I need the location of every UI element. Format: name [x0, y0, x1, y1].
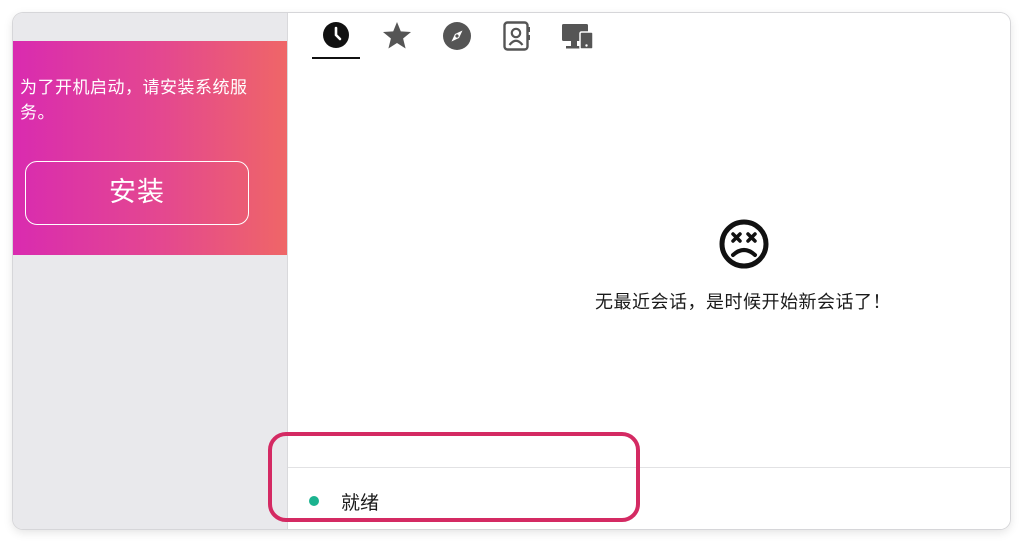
install-service-message: 为了开机启动，请安装系统服务。 — [20, 78, 248, 123]
tab-contacts[interactable] — [492, 13, 540, 59]
star-icon — [383, 22, 411, 49]
install-button[interactable]: 安装 — [25, 161, 249, 225]
dizzy-face-icon — [719, 219, 769, 269]
sidebar: 为了开机启动，请安装系统服务。 安装 — [13, 13, 288, 529]
compass-icon — [443, 22, 471, 50]
status-bar: 就绪 — [288, 467, 1010, 529]
status-indicator-dot — [309, 496, 319, 506]
active-tab-indicator — [312, 57, 360, 59]
devices-icon — [562, 24, 594, 50]
tab-favorites[interactable] — [372, 13, 420, 59]
tab-recent[interactable] — [312, 13, 360, 59]
main-panel: 无最近会话，是时候开始新会话了！ 就绪 — [288, 13, 1010, 529]
empty-state-message: 无最近会话，是时候开始新会话了！ — [595, 292, 891, 313]
clock-icon — [323, 22, 349, 48]
tab-devices[interactable] — [552, 13, 600, 59]
install-service-banner: 为了开机启动，请安装系统服务。 安装 — [13, 41, 287, 255]
status-label: 就绪 — [341, 492, 380, 514]
address-book-icon — [503, 21, 530, 51]
app-window: 为了开机启动，请安装系统服务。 安装 无最近会话，是时候开始新会话了！ 就绪 — [13, 13, 1010, 529]
tab-discover[interactable] — [432, 13, 480, 59]
